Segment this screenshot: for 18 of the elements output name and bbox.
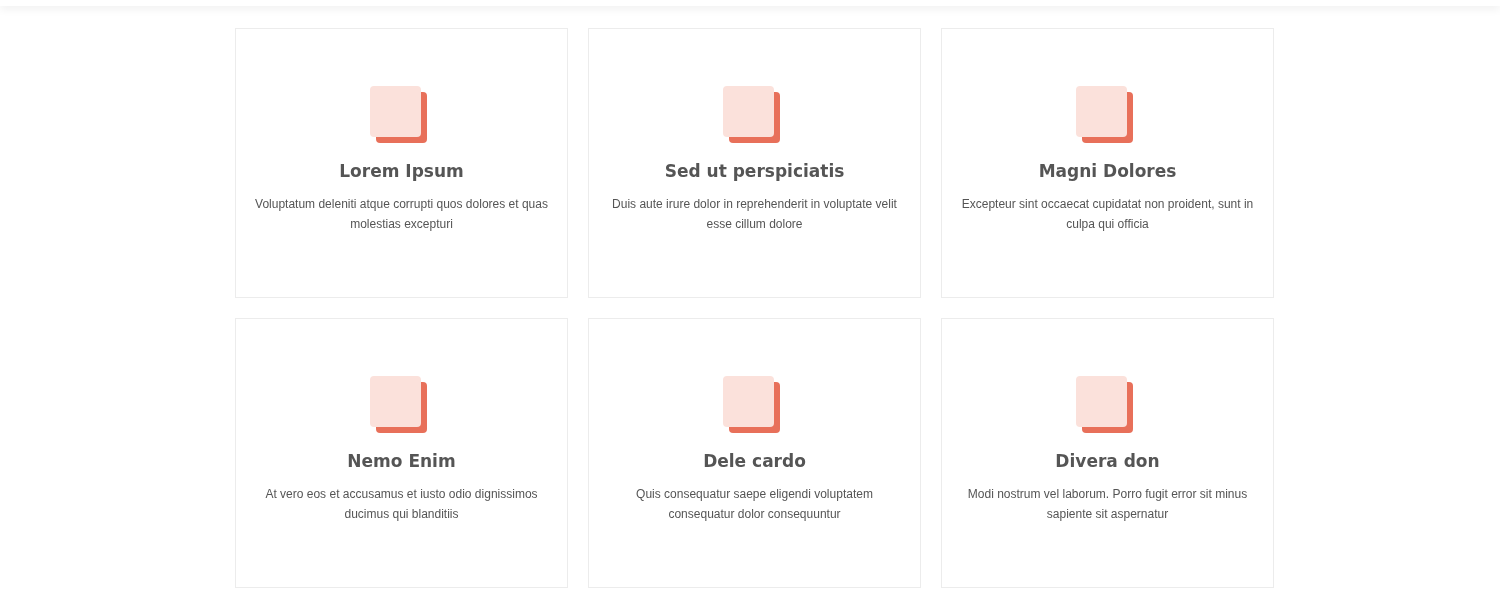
card-title: Lorem Ipsum xyxy=(339,160,464,183)
card-description: At vero eos et accusamus et iusto odio dignissimos ducimus qui blanditiis xyxy=(264,486,539,523)
card-description: Excepteur sint occaecat cupidatat non proident, sunt in culpa qui officia xyxy=(960,196,1255,233)
stacked-squares-icon xyxy=(1076,86,1133,143)
card-title: Divera don xyxy=(1055,450,1160,473)
stacked-squares-icon xyxy=(723,376,780,433)
card-description: Voluptatum deleniti atque corrupti quos dolores et quas molestias excepturi xyxy=(254,196,549,233)
stacked-squares-icon xyxy=(1076,376,1133,433)
card-title: Nemo Enim xyxy=(347,450,456,473)
stacked-squares-icon xyxy=(723,86,780,143)
card-title: Sed ut perspiciatis xyxy=(664,160,845,183)
card-description: Quis consequatur saepe eligendi voluptatem consequatur dolor consequuntur xyxy=(635,486,874,523)
stacked-squares-icon xyxy=(370,376,427,433)
card-title: Magni Dolores xyxy=(1038,160,1177,183)
card-description: Modi nostrum vel laborum. Porro fugit error sit minus sapiente sit aspernatur xyxy=(966,486,1249,523)
card-title: Dele cardo xyxy=(703,450,806,473)
stacked-squares-icon xyxy=(370,86,427,143)
card-description: Duis aute irure dolor in reprehenderit in voluptate velit esse cillum dolore xyxy=(611,196,898,233)
